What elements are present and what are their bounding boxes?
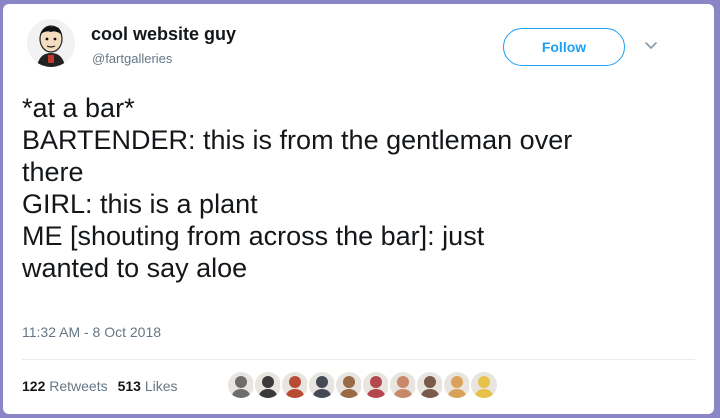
tweet-line: *at a bar*	[22, 93, 135, 123]
chevron-down-icon[interactable]	[643, 38, 659, 54]
tweet-stats: 122 Retweets 513 Likes	[22, 378, 178, 394]
tweet-card: cool website guy @fartgalleries Follow *…	[3, 4, 714, 414]
likes-count: 513	[117, 378, 141, 394]
liker-avatar-icon[interactable]	[361, 370, 391, 400]
liker-avatar-icon[interactable]	[226, 370, 256, 400]
liker-avatar-icon[interactable]	[253, 370, 283, 400]
tweet-line: GIRL: this is a plant	[22, 189, 258, 219]
tweet-timestamp[interactable]: 11:32 AM - 8 Oct 2018	[22, 324, 161, 340]
cartoon-avatar-icon	[27, 19, 75, 67]
tweet-line: ME [shouting from across the bar]: just	[22, 221, 485, 251]
retweets-label: Retweets	[49, 378, 108, 394]
user-handle[interactable]: @fartgalleries	[92, 51, 172, 66]
tweet-line: wanted to say aloe	[22, 253, 248, 283]
liker-avatar-icon[interactable]	[469, 370, 499, 400]
tweet-text: *at a bar* BARTENDER: this is from the g…	[22, 92, 692, 284]
liker-avatar-icon[interactable]	[442, 370, 472, 400]
liker-avatars	[226, 370, 499, 400]
user-avatar[interactable]	[27, 19, 75, 67]
liker-avatar-icon[interactable]	[280, 370, 310, 400]
liker-avatar-icon[interactable]	[388, 370, 418, 400]
liker-avatar-icon[interactable]	[307, 370, 337, 400]
divider	[22, 359, 695, 360]
likes-stat[interactable]: 513 Likes	[118, 378, 178, 394]
retweets-count: 122	[22, 378, 46, 394]
tweet-line: there	[22, 157, 84, 187]
liker-avatar-icon[interactable]	[334, 370, 364, 400]
tweet-line: BARTENDER: this is from the gentleman ov…	[22, 125, 573, 155]
retweets-stat[interactable]: 122 Retweets	[22, 378, 108, 394]
display-name[interactable]: cool website guy	[91, 24, 236, 45]
liker-avatar-icon[interactable]	[415, 370, 445, 400]
likes-label: Likes	[144, 378, 178, 394]
follow-button[interactable]: Follow	[503, 28, 625, 66]
